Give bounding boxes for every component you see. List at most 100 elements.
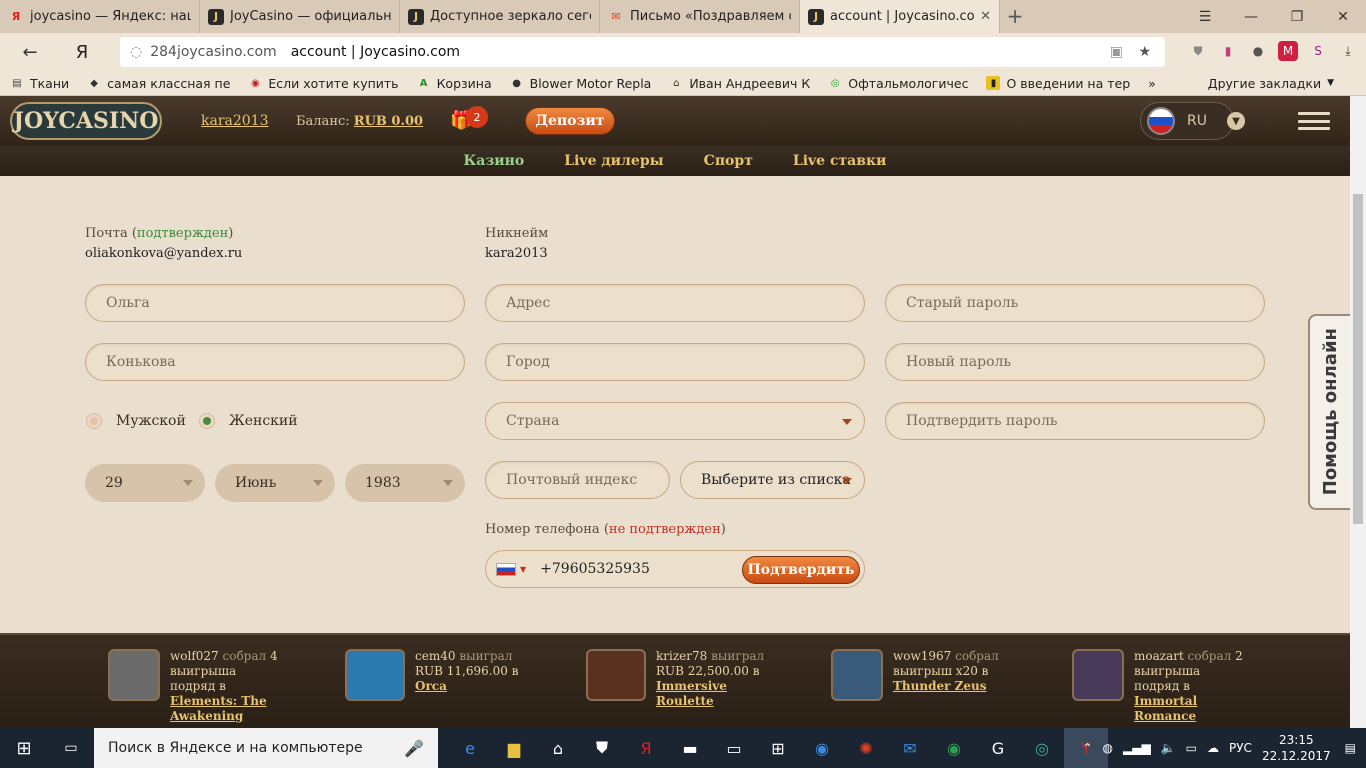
chevron-down-icon[interactable]: ▼ [1227,112,1245,130]
game-link[interactable]: Thunder Zeus [893,679,987,693]
game-link[interactable]: Immersive Roulette [656,679,727,708]
joycasino-logo[interactable]: JOYCASINO [10,102,162,140]
game-link[interactable]: Elements: The Awakening [170,694,267,723]
microphone-icon[interactable]: 🎤 [404,739,424,758]
country-select[interactable]: Страна [485,402,865,440]
app-icon[interactable]: G [976,728,1020,768]
signal-icon[interactable]: ▂▄▆ [1123,741,1151,755]
bookmark-star-icon[interactable]: ★ [1138,44,1151,60]
first-name-field[interactable]: Ольга [85,284,465,322]
bookmark-item[interactable]: ▮ О введении на тер [986,76,1130,91]
menu-icon[interactable]: ☰ [1182,9,1228,25]
birth-year-select[interactable]: 1983 [345,464,465,502]
yandex-home-icon[interactable]: Я [64,42,100,63]
notifications-icon[interactable]: ▤ [1345,741,1356,755]
shield-icon[interactable]: ⛊ [1188,41,1208,61]
minimize-icon[interactable]: — [1228,9,1274,25]
gender-female-radio[interactable]: Женский [199,413,298,429]
hamburger-menu-icon[interactable] [1298,112,1330,130]
app-icon[interactable]: ✺ [844,728,888,768]
bookmarks-more-button[interactable]: » [1148,76,1156,91]
choose-list-select[interactable]: Выберите из списка [680,461,865,499]
bookmark-item[interactable]: ● Blower Motor Repla [510,76,651,91]
page-scrollbar[interactable] [1350,96,1366,728]
address-field[interactable]: Адрес [485,284,865,322]
bookmark-item[interactable]: ◉ Если хотите купить [248,76,399,91]
zip-code-field[interactable]: Почтовый индекс [485,461,670,499]
bookmark-item[interactable]: ⌂ Иван Андреевич К [669,76,810,91]
birth-month-select[interactable]: Июнь [215,464,335,502]
browser-tab[interactable]: JJoyCasino — официальный [200,0,400,33]
language-selector[interactable]: RU [1140,102,1234,140]
phone-field[interactable]: ▼ +79605325935 Подтвердить [485,550,865,588]
back-icon[interactable]: ← [12,42,48,63]
chevron-up-icon[interactable]: ⌃ [1082,741,1092,755]
store-icon[interactable]: ⌂ [536,728,580,768]
close-tab-icon[interactable]: ✕ [980,9,991,24]
restore-icon[interactable]: ❐ [1274,9,1320,25]
app-icon[interactable]: ◉ [800,728,844,768]
clock[interactable]: 23:15 22.12.2017 [1262,732,1331,764]
extension-icon[interactable]: ● [1248,41,1268,61]
gender-male-radio[interactable]: Мужской [86,413,186,429]
network-icon[interactable]: ◍ [1103,741,1113,755]
download-icon[interactable]: ⤓ [1338,41,1358,61]
bookmark-item[interactable]: ◆ самая классная пе [87,76,230,91]
caret-down-icon[interactable]: ▼ [520,565,526,574]
game-link[interactable]: Orca [415,679,447,693]
volume-icon[interactable]: 🔈 [1161,741,1176,755]
nav-casino[interactable]: Казино [464,153,525,169]
extension-icon[interactable]: S [1308,41,1328,61]
city-field[interactable]: Город [485,343,865,381]
game-thumbnail[interactable] [1072,649,1124,701]
russia-flag-icon[interactable] [496,562,516,576]
confirm-password-field[interactable]: Подтвердить пароль [885,402,1265,440]
browser-tab[interactable]: JДоступное зеркало сегодня [400,0,600,33]
scrollbar-thumb[interactable] [1353,194,1363,524]
game-thumbnail[interactable] [831,649,883,701]
shield-icon[interactable]: ⛊ [580,728,624,768]
online-help-tab[interactable]: Помощь онлайн [1308,314,1350,510]
protect-icon[interactable]: ▣ [1110,44,1123,60]
wifi-icon[interactable]: ☁ [1207,741,1219,755]
nav-live-bets[interactable]: Live ставки [793,153,887,169]
close-window-icon[interactable]: ✕ [1320,9,1366,25]
game-thumbnail[interactable] [108,649,160,701]
language-indicator[interactable]: РУС [1229,741,1252,755]
game-link[interactable]: Immortal Romance [1134,694,1197,723]
browser-tab-active[interactable]: Jaccount | Joycasino.com ✕ [800,0,1000,33]
battery-icon[interactable]: ▭ [1186,741,1197,755]
edge-icon[interactable]: e [448,728,492,768]
monitor-icon[interactable]: ▭ [712,728,756,768]
windows-icon[interactable]: ⊞ [756,728,800,768]
extension-icon[interactable]: ▮ [1218,41,1238,61]
bookmark-item[interactable]: ◎ Офтальмологичес [828,76,969,91]
game-thumbnail[interactable] [586,649,646,701]
app-icon[interactable]: ◉ [932,728,976,768]
other-bookmarks[interactable]: Другие закладки ▼ [1208,76,1334,91]
nav-live-dealers[interactable]: Live дилеры [564,153,663,169]
extension-icon[interactable]: M [1278,41,1298,61]
new-password-field[interactable]: Новый пароль [885,343,1265,381]
deposit-button[interactable]: Депозит [525,107,615,135]
site-info-icon[interactable]: ◌ [130,44,142,60]
bookmark-item[interactable]: A Корзина [417,76,492,91]
nav-sport[interactable]: Спорт [704,153,753,169]
app-icon[interactable]: ◎ [1020,728,1064,768]
url-field[interactable]: ◌ 284joycasino.com account | Joycasino.c… [120,37,1165,67]
browser-tab[interactable]: ✉Письмо «Поздравляем с ре [600,0,800,33]
bookmark-item[interactable]: ▤ Ткани [10,76,69,91]
old-password-field[interactable]: Старый пароль [885,284,1265,322]
start-icon[interactable]: ⊞ [0,728,48,768]
game-thumbnail[interactable] [345,649,405,701]
task-view-icon[interactable]: ▭ [48,728,94,768]
confirm-phone-button[interactable]: Подтвердить [742,556,860,584]
folder-icon[interactable]: ▆ [492,728,536,768]
birth-day-select[interactable]: 29 [85,464,205,502]
app-icon[interactable]: ▬ [668,728,712,768]
new-tab-button[interactable]: + [1000,0,1030,33]
username-link[interactable]: kara2013 [201,113,269,129]
yandex-icon[interactable]: Я [624,728,668,768]
browser-tab[interactable]: Яjoycasino — Яндекс: нашло [0,0,200,33]
last-name-field[interactable]: Конькова [85,343,465,381]
